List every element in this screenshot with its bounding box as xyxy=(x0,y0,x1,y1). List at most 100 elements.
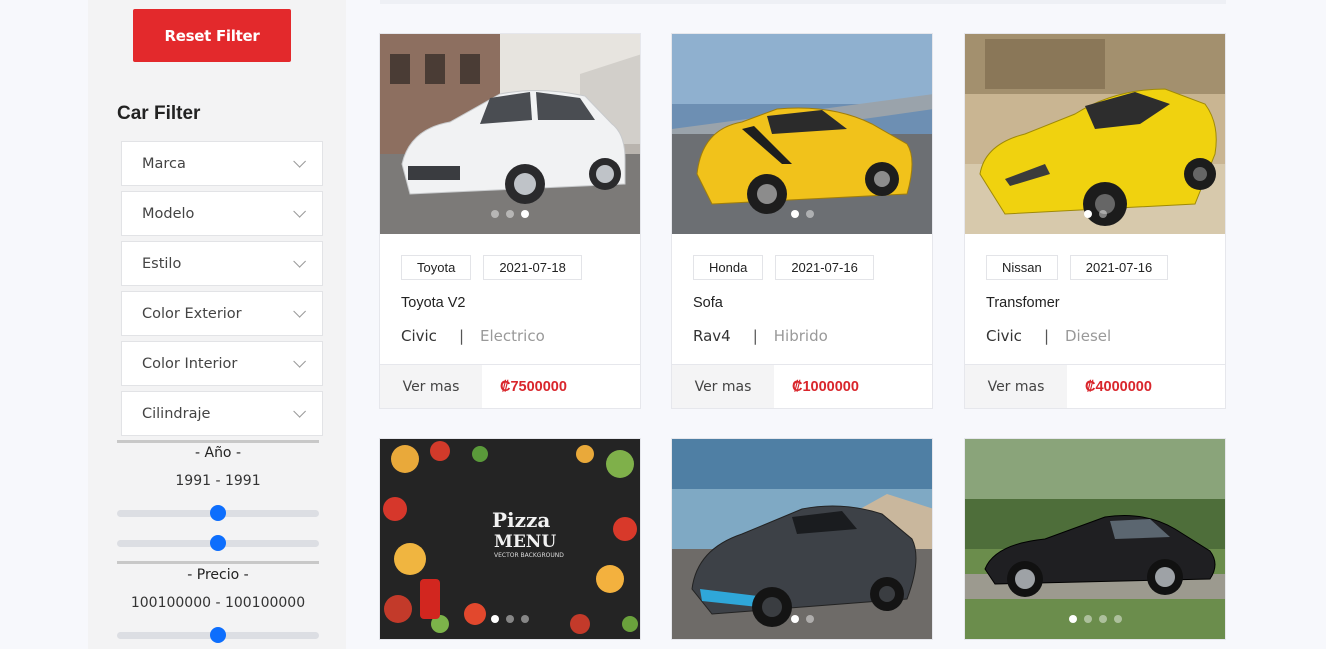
filter-title: Car Filter xyxy=(117,103,201,124)
car-photo xyxy=(380,34,640,234)
carousel-dots[interactable] xyxy=(672,615,932,623)
car-image-carousel[interactable] xyxy=(672,34,932,234)
fuel-text: Hibrido xyxy=(773,327,828,345)
price-text: ₡4000000 xyxy=(1085,378,1152,395)
car-photo xyxy=(965,34,1225,234)
separator: | xyxy=(752,327,758,345)
separator: | xyxy=(458,327,464,345)
card-title: Sofa xyxy=(693,295,723,311)
carousel-dot[interactable] xyxy=(805,210,814,218)
top-strip xyxy=(380,0,1226,4)
select-label: Color Exterior xyxy=(142,305,242,322)
model-text: Civic xyxy=(401,327,437,345)
color-exterior-select[interactable]: Color Exterior xyxy=(121,291,323,336)
car-image-carousel[interactable] xyxy=(965,34,1225,234)
car-card: Toyota 2021-07-18 Toyota V2 Civic | Electri… xyxy=(379,33,641,409)
carousel-dot[interactable] xyxy=(506,210,514,218)
vector-background-text: VECTOR BACKGROUND xyxy=(494,552,564,559)
year-max-slider[interactable] xyxy=(117,535,319,551)
modelo-select[interactable]: Modelo xyxy=(121,191,323,236)
select-label: Marca xyxy=(142,155,186,172)
chevron-down-icon xyxy=(293,155,306,168)
fuel-text: Electrico xyxy=(480,327,545,345)
card-title: Toyota V2 xyxy=(401,295,466,311)
price-slider[interactable] xyxy=(117,627,319,643)
select-label: Cilindraje xyxy=(142,405,211,422)
price-range-value: 100100000 - 100100000 xyxy=(130,595,306,611)
carousel-dot[interactable] xyxy=(491,210,499,218)
car-card xyxy=(964,438,1226,640)
select-label: Color Interior xyxy=(142,355,238,372)
car-photo xyxy=(672,439,932,639)
cilindraje-select[interactable]: Cilindraje xyxy=(121,391,323,436)
carousel-dot[interactable] xyxy=(1083,615,1092,623)
car-image-carousel[interactable] xyxy=(965,439,1225,639)
carousel-dots[interactable] xyxy=(380,210,640,218)
model-text: Civic xyxy=(986,327,1022,345)
brand-badge: Nissan xyxy=(986,255,1058,280)
carousel-dot[interactable] xyxy=(1068,615,1077,623)
carousel-dot[interactable] xyxy=(790,210,799,218)
ver-mas-button[interactable]: Ver mas xyxy=(380,365,482,408)
select-label: Modelo xyxy=(142,205,195,222)
carousel-dot[interactable] xyxy=(805,615,814,623)
select-label: Estilo xyxy=(142,255,182,272)
date-badge: 2021-07-16 xyxy=(775,255,874,280)
filter-sidebar: Reset Filter Car Filter Marca Modelo Est… xyxy=(88,0,346,649)
model-text: Rav4 xyxy=(693,327,731,345)
carousel-dot[interactable] xyxy=(1098,210,1107,218)
car-photo xyxy=(965,439,1225,639)
car-card: Pizza MENU VECTOR BACKGROUND xyxy=(379,438,641,640)
page: Reset Filter Car Filter Marca Modelo Est… xyxy=(0,0,1326,649)
separator: | xyxy=(1043,327,1049,345)
card-title: Transfomer xyxy=(986,295,1060,311)
carousel-dots[interactable] xyxy=(965,210,1225,218)
price-text: ₡7500000 xyxy=(500,378,567,395)
year-range-value: 1991 - 1991 xyxy=(175,473,261,489)
divider xyxy=(117,561,319,564)
ver-mas-button[interactable]: Ver mas xyxy=(965,365,1067,408)
carousel-dots[interactable] xyxy=(380,615,640,623)
chevron-down-icon xyxy=(293,305,306,318)
carousel-dot[interactable] xyxy=(1098,615,1107,623)
menu-heading: MENU xyxy=(494,532,556,552)
car-image-carousel[interactable] xyxy=(672,439,932,639)
car-card: Honda 2021-07-16 Sofa Rav4 | Hibrido Ver ma… xyxy=(671,33,933,409)
car-image-carousel[interactable]: Pizza MENU VECTOR BACKGROUND xyxy=(380,439,640,639)
carousel-dots[interactable] xyxy=(672,210,932,218)
car-card: Nissan 2021-07-16 Transfomer Civic | Diesel… xyxy=(964,33,1226,409)
color-interior-select[interactable]: Color Interior xyxy=(121,341,323,386)
slider-thumb[interactable] xyxy=(210,535,226,551)
carousel-dot[interactable] xyxy=(521,615,529,623)
chevron-down-icon xyxy=(293,255,306,268)
carousel-dot[interactable] xyxy=(790,615,799,623)
price-range-title: - Precio - xyxy=(187,567,249,583)
brand-badge: Honda xyxy=(693,255,764,280)
reset-filter-button[interactable]: Reset Filter xyxy=(133,9,291,62)
card-body: Nissan 2021-07-16 Transfomer Civic | Diesel xyxy=(965,234,1225,364)
ver-mas-button[interactable]: Ver mas xyxy=(672,365,774,408)
marca-select[interactable]: Marca xyxy=(121,141,323,186)
card-body: Honda 2021-07-16 Sofa Rav4 | Hibrido xyxy=(672,234,932,364)
brand-badge: Toyota xyxy=(401,255,472,280)
divider xyxy=(117,440,319,443)
card-body: Toyota 2021-07-18 Toyota V2 Civic | Electri… xyxy=(380,234,640,364)
carousel-dot[interactable] xyxy=(521,210,529,218)
carousel-dots[interactable] xyxy=(965,615,1225,623)
carousel-dot[interactable] xyxy=(1083,210,1092,218)
slider-thumb[interactable] xyxy=(210,627,226,643)
car-card xyxy=(671,438,933,640)
car-image-carousel[interactable] xyxy=(380,34,640,234)
carousel-dot[interactable] xyxy=(1113,615,1122,623)
estilo-select[interactable]: Estilo xyxy=(121,241,323,286)
slider-thumb[interactable] xyxy=(210,505,226,521)
price-text: ₡1000000 xyxy=(792,378,859,395)
date-badge: 2021-07-18 xyxy=(483,255,582,280)
chevron-down-icon xyxy=(293,355,306,368)
carousel-dot[interactable] xyxy=(506,615,514,623)
chevron-down-icon xyxy=(293,205,306,218)
pizza-heading: Pizza xyxy=(492,508,550,532)
year-min-slider[interactable] xyxy=(117,505,319,521)
carousel-dot[interactable] xyxy=(491,615,499,623)
fuel-text: Diesel xyxy=(1065,327,1112,345)
